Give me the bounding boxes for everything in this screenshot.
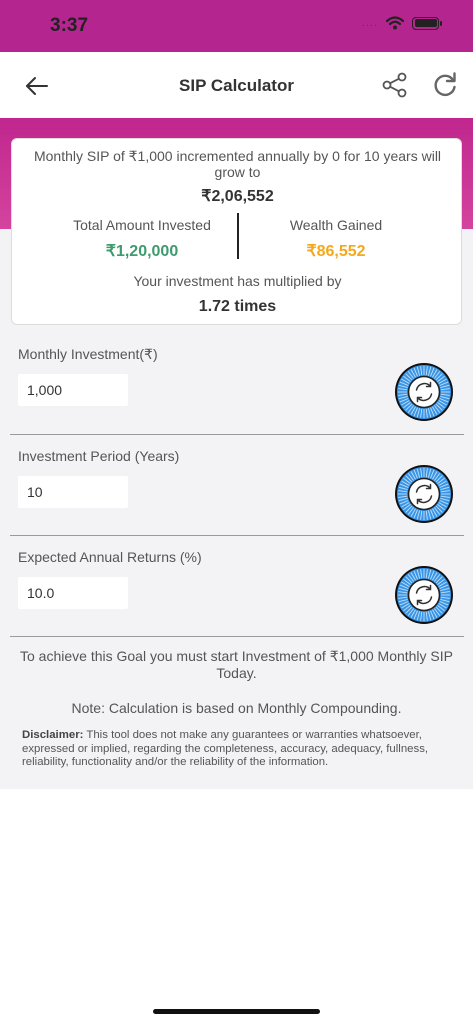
disclaimer-text: This tool does not make any guarantees o… (22, 729, 429, 769)
monthly-investment-input[interactable] (18, 374, 128, 406)
share-button[interactable] (380, 70, 410, 100)
result-card: Monthly SIP of ₹1,000 incremented annual… (11, 138, 462, 325)
wealth-gained-block: Wealth Gained ₹86,552 (236, 217, 436, 261)
compounding-note: Note: Calculation is based on Monthly Co… (71, 700, 402, 716)
share-icon (382, 72, 407, 98)
status-icons: .... (361, 16, 442, 30)
disclaimer-label: Disclaimer: (22, 729, 84, 741)
section-divider (10, 636, 464, 637)
annual-returns-label: Expected Annual Returns (%) (18, 549, 202, 565)
section-divider (10, 434, 464, 435)
total-invested-block: Total Amount Invested ₹1,20,000 (42, 217, 242, 261)
sip-calculator-screen: 3:37 .... SIP Calculator Monthly SIP of … (0, 0, 473, 1024)
annual-returns-input[interactable] (18, 577, 128, 609)
app-header: SIP Calculator (0, 52, 473, 118)
section-divider (10, 535, 464, 536)
investment-period-dial[interactable] (394, 464, 454, 524)
wealth-gained-label: Wealth Gained (289, 217, 383, 233)
investment-period-section: Investment Period (Years) (0, 448, 473, 548)
battery-icon (412, 16, 442, 30)
multiplied-value: 1.72 times (198, 298, 277, 315)
investment-period-input[interactable] (18, 476, 128, 508)
home-indicator (153, 1009, 320, 1014)
total-invested-label: Total Amount Invested (73, 217, 211, 233)
signal-icon: .... (361, 17, 378, 29)
disclaimer: Disclaimer: This tool does not make any … (22, 729, 452, 770)
wealth-gained-value: ₹86,552 (306, 243, 366, 260)
status-time: 3:37 (50, 15, 89, 36)
total-invested-value: ₹1,20,000 (105, 243, 179, 260)
status-bar: 3:37 .... (0, 0, 473, 52)
monthly-investment-section: Monthly Investment(₹) (0, 346, 473, 446)
refresh-icon (434, 72, 456, 97)
investment-period-label: Investment Period (Years) (18, 448, 180, 464)
result-description: Monthly SIP of ₹1,000 incremented annual… (33, 148, 442, 180)
multiplied-label: Your investment has multiplied by (133, 273, 342, 289)
future-value: ₹2,06,552 (201, 188, 274, 205)
monthly-investment-label: Monthly Investment(₹) (18, 346, 158, 362)
monthly-investment-dial[interactable] (394, 362, 454, 422)
wifi-icon (386, 16, 404, 30)
refresh-button[interactable] (430, 70, 460, 100)
goal-text: To achieve this Goal you must start Inve… (20, 648, 454, 681)
annual-returns-dial[interactable] (394, 565, 454, 625)
annual-returns-section: Expected Annual Returns (%) (0, 549, 473, 649)
